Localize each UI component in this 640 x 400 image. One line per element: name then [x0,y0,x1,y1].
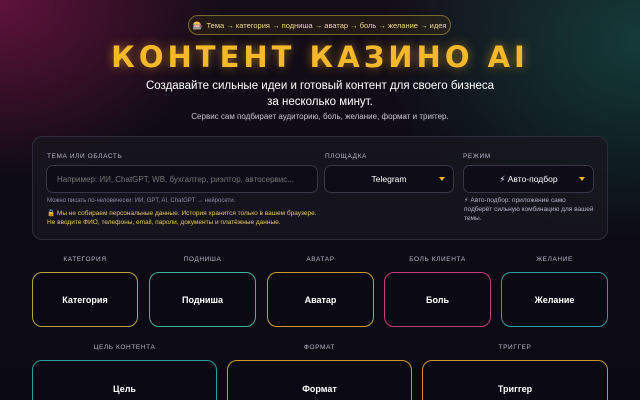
slot-machine-icon: 🎰 [192,20,203,30]
privacy-line-2: Не вводите ФИО, телефоны, email, пароли,… [47,219,281,226]
slot-card-category[interactable]: Категория [32,272,138,327]
slot-card-format[interactable]: Формат [227,360,412,400]
mode-hint-line-3: темы. [464,215,482,222]
slot-card-subniche[interactable]: Подниша [149,272,256,327]
privacy-line-1: 🔒 Мы не собираем персональные данные. Ис… [47,210,317,217]
slot-value-avatar: Аватар [304,294,337,305]
slot-label-format: ФОРМАТ [303,344,336,351]
mode-value: ⚡ Авто-подбор [499,173,558,184]
slot-label-subniche: ПОДНИША [183,256,222,263]
slot-card-pain[interactable]: Боль [384,272,491,327]
slot-label-goal: ЦЕЛЬ КОНТЕНТА [93,344,156,351]
flow-breadcrumb: 🎰 Тема → категория → подниша → аватар → … [188,15,451,35]
chevron-down-icon [439,177,445,181]
platform-label: ПЛОЩАДКА [325,153,367,160]
slot-card-goal[interactable]: Цель [32,360,217,400]
slot-label-trigger: ТРИГГЕР [498,344,532,351]
slot-label-category: КАТЕГОРИЯ [63,256,107,263]
mode-label: РЕЖИМ [463,153,491,160]
page-description: Сервис сам подбирает аудиторию, боль, же… [191,112,449,121]
generator-form-panel: ТЕМА ИЛИ ОБЛАСТЬ Можно писать по-человеч… [32,136,608,240]
slot-card-avatar[interactable]: Аватар [267,272,374,327]
topic-label: ТЕМА ИЛИ ОБЛАСТЬ [47,153,123,160]
mode-hint-line-1: ⚡ Авто-подбор: приложение само [464,197,566,204]
slot-value-pain: Боль [426,294,449,305]
slot-value-goal: Цель [113,384,136,394]
breadcrumb-text: Тема → категория → подниша → аватар → бо… [206,20,447,30]
platform-select[interactable]: Telegram [324,165,454,193]
topic-input[interactable] [46,165,318,193]
mode-select[interactable]: ⚡ Авто-подбор [463,165,594,193]
page-title: КОНТЕНТ КАЗИНО AI [111,40,529,74]
slot-card-trigger[interactable]: Триггер [422,360,608,400]
chevron-down-icon [579,177,585,181]
slot-value-format: Формат [302,384,337,394]
slot-label-avatar: АВАТАР [306,256,335,263]
slot-label-desire: ЖЕЛАНИЕ [536,256,573,263]
slot-value-desire: Желание [534,294,575,305]
slot-label-pain: БОЛЬ КЛИЕНТА [409,256,466,263]
slot-value-trigger: Триггер [497,384,533,394]
slot-card-desire[interactable]: Желание [501,272,608,327]
slot-value-subniche: Подниша [181,294,224,305]
page-subtitle: Создавайте сильные идеи и готовый контен… [145,80,494,108]
topic-hint: Можно писать по-человечески: ИИ, GPT, AI… [47,198,236,204]
platform-value: Telegram [371,174,407,184]
mode-hint-line-2: подберёт сильную комбинацию для вашей [464,206,594,213]
slot-value-category: Категория [62,294,108,305]
